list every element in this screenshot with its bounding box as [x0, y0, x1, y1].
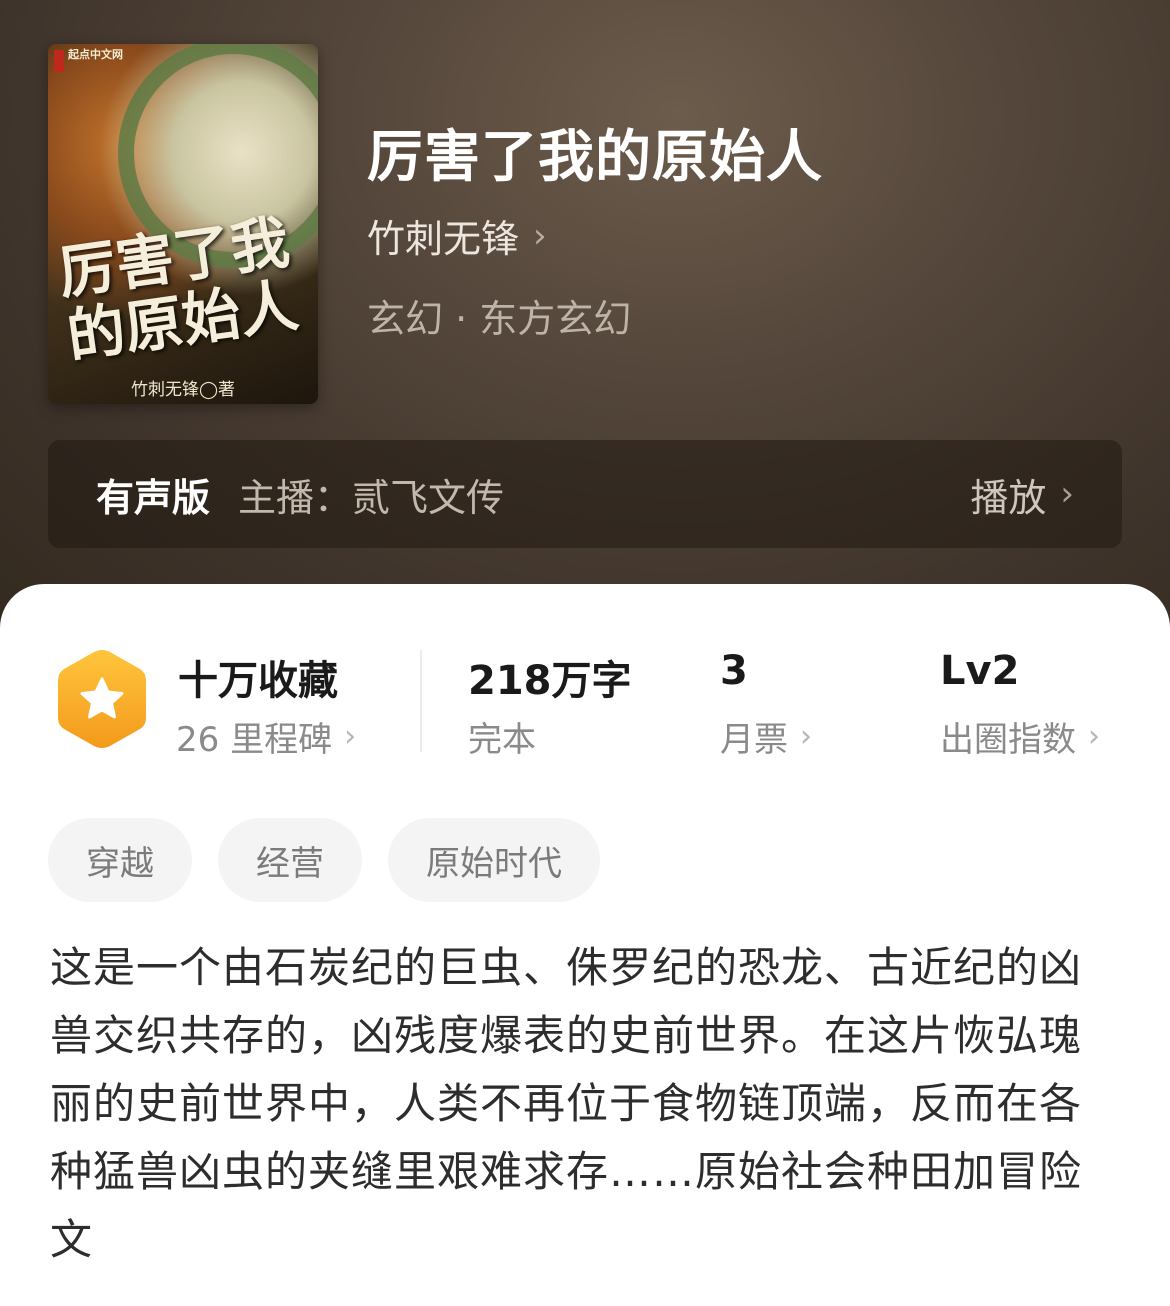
popularity-index-label: 出圈指数: [940, 720, 1076, 760]
tag-chip[interactable]: 原始时代: [388, 818, 600, 902]
chevron-right-icon: ›: [1088, 718, 1100, 754]
monthly-tickets-label: 月票: [720, 720, 788, 760]
chevron-right-icon: ›: [800, 718, 812, 754]
tag-list: 穿越 经营 原始时代: [48, 818, 600, 902]
book-description[interactable]: 这是一个由石炭纪的巨虫、侏罗纪的恐龙、古近纪的凶兽交织共存的，凶残度爆表的史前世…: [50, 934, 1120, 1274]
stats-divider: [420, 650, 422, 752]
tag-chip[interactable]: 经营: [218, 818, 362, 902]
chevron-right-icon: ›: [344, 718, 357, 754]
chevron-right-icon: ›: [1060, 474, 1074, 514]
milestone-link[interactable]: 26 里程碑 ›: [176, 712, 356, 761]
chevron-right-icon: ›: [533, 215, 547, 256]
completion-label: 完本: [468, 720, 536, 760]
cover-logo-badge: [54, 50, 64, 72]
book-header: 起点中文网 厉害了我的原始人 竹刺无锋◯著 厉害了我的原始人 竹刺无锋 › 玄幻…: [0, 0, 1170, 640]
completion-status: 完本: [468, 712, 536, 761]
cover-title-text: 厉害了我的原始人: [54, 207, 303, 371]
tag-chip[interactable]: 穿越: [48, 818, 192, 902]
play-button[interactable]: 播放 ›: [970, 467, 1074, 522]
book-info-card: 十万收藏 26 里程碑 › 218万字 完本 3 月票 › Lv2 出圈指数 ›…: [0, 584, 1170, 1306]
book-title: 厉害了我的原始人: [367, 125, 823, 190]
level-value: Lv2: [940, 648, 1020, 694]
author-link[interactable]: 竹刺无锋 ›: [367, 208, 547, 263]
cover-author-text: 竹刺无锋◯著: [130, 380, 236, 400]
word-count: 218万字: [468, 658, 632, 704]
book-genre: 玄幻 · 东方玄幻: [367, 297, 632, 341]
monthly-tickets-link[interactable]: 月票 ›: [720, 712, 812, 761]
play-label: 播放: [970, 475, 1047, 520]
audio-version-bar[interactable]: 有声版 主播：贰飞文传 播放 ›: [48, 440, 1122, 548]
favorites-count: 十万收藏: [178, 658, 338, 704]
book-cover[interactable]: 起点中文网 厉害了我的原始人 竹刺无锋◯著: [48, 44, 318, 404]
audio-label: 有声版: [96, 475, 211, 520]
milestone-label: 26 里程碑: [176, 720, 333, 760]
star-hexagon-icon: [58, 650, 146, 748]
popularity-index-link[interactable]: 出圈指数 ›: [940, 712, 1100, 761]
audio-host: 主播：贰飞文传: [238, 475, 505, 520]
cover-site-text: 起点中文网: [68, 48, 123, 61]
author-name: 竹刺无锋: [367, 217, 520, 261]
stats-row: 十万收藏 26 里程碑 › 218万字 完本 3 月票 › Lv2 出圈指数 ›: [0, 584, 1170, 784]
monthly-tickets-count: 3: [720, 648, 748, 694]
